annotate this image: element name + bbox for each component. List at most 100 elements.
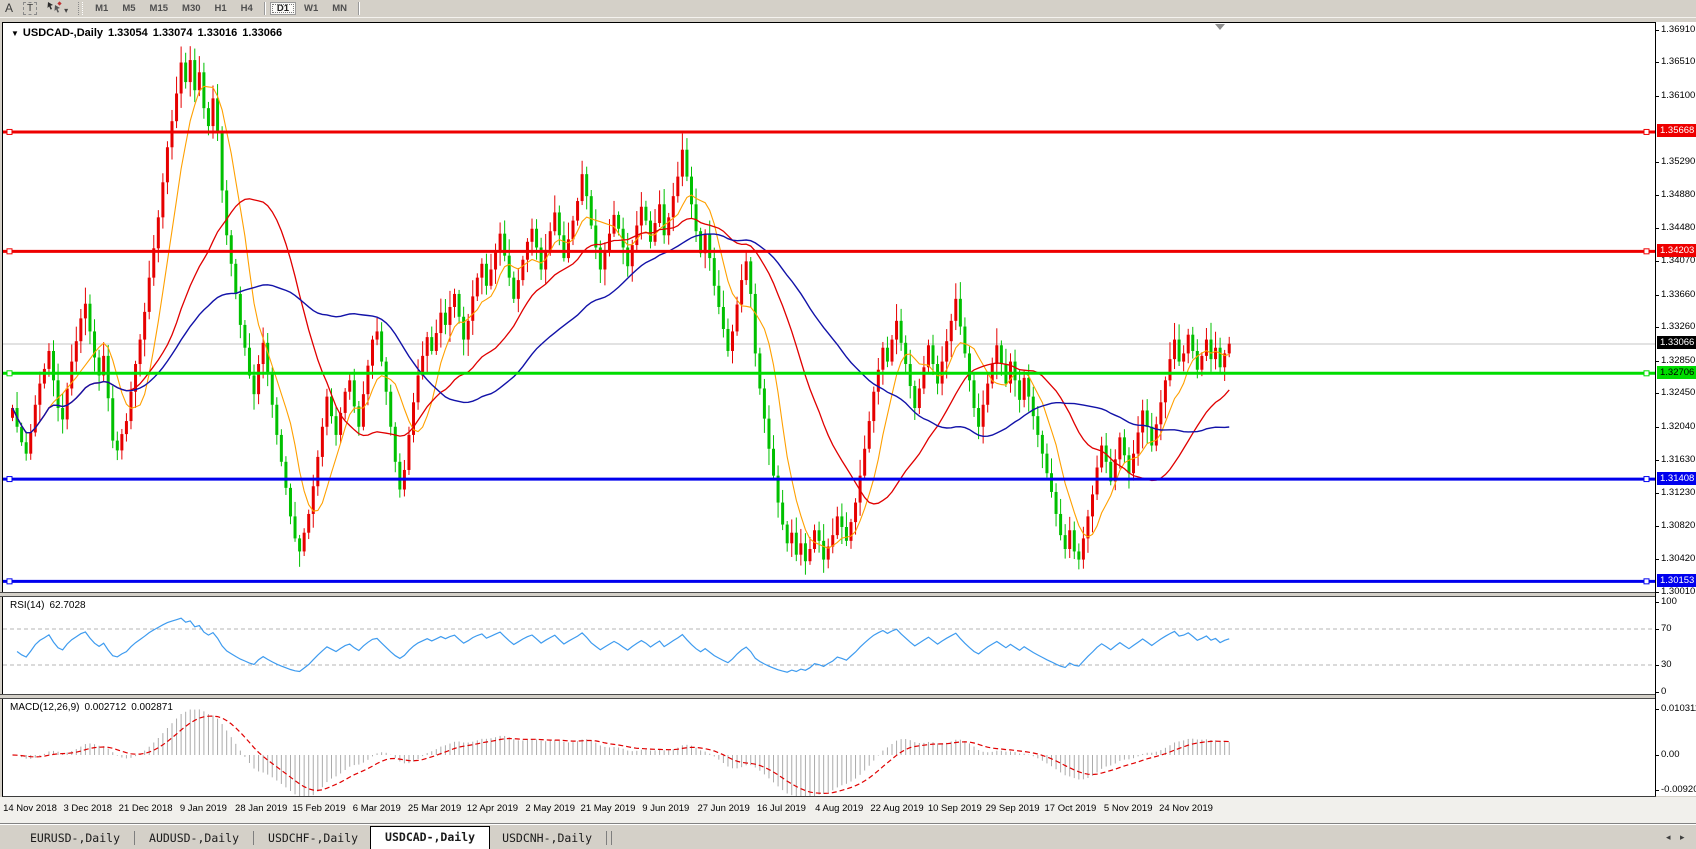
price-axis-label: 1.34480 xyxy=(1656,222,1695,234)
macd-axis-label: 0.010311 xyxy=(1656,703,1696,715)
tab-scroll-left-icon[interactable]: ◂ xyxy=(1666,832,1671,842)
line-handle[interactable] xyxy=(7,249,12,254)
toolbar: A T ▾ M1M5M15M30H1H4 D1W1MN xyxy=(0,0,1696,18)
timeframe-m5[interactable]: M5 xyxy=(116,2,141,15)
price-axis-label: 1.33660 xyxy=(1656,289,1695,301)
tab-scroll-right-icon[interactable]: ▸ xyxy=(1680,832,1685,842)
date-label: 5 Nov 2019 xyxy=(1104,803,1153,814)
rsi-axis-label: 70 xyxy=(1656,623,1672,635)
date-label: 22 Aug 2019 xyxy=(870,803,923,814)
price-axis-label: 1.30820 xyxy=(1656,520,1695,532)
tab-eurusd-daily[interactable]: EURUSD-,Daily xyxy=(18,828,132,849)
date-label: 10 Sep 2019 xyxy=(928,803,982,814)
date-label: 3 Dec 2018 xyxy=(64,803,113,814)
line-handle[interactable] xyxy=(7,477,12,482)
price-axis-label: 1.34070 xyxy=(1656,255,1695,267)
date-label: 15 Feb 2019 xyxy=(292,803,345,814)
price-axis-label: 1.32040 xyxy=(1656,421,1695,433)
rsi-axis-label: 0 xyxy=(1656,686,1666,698)
macd-panel[interactable]: MACD(12,26,9)0.0027120.002871 xyxy=(2,699,1656,797)
ohlc-close: 1.33066 xyxy=(242,27,282,39)
date-label: 28 Jan 2019 xyxy=(235,803,287,814)
macd-axis-label: 0.00 xyxy=(1656,749,1680,761)
date-label: 9 Jan 2019 xyxy=(180,803,227,814)
date-label: 14 Nov 2018 xyxy=(3,803,57,814)
toolbar-separator xyxy=(358,2,359,15)
tab-usdcnh-daily[interactable]: USDCNH-,Daily xyxy=(490,828,604,849)
price-axis-label: 1.34880 xyxy=(1656,189,1695,201)
text-label-tool-button[interactable]: A xyxy=(0,1,18,16)
price-axis-label: 1.36510 xyxy=(1656,56,1695,68)
trading-terminal-window: A T ▾ M1M5M15M30H1H4 D1W1MN ▼ USDCAD-,Dail… xyxy=(0,0,1696,849)
line-handle[interactable] xyxy=(1644,579,1649,584)
rsi-panel[interactable]: RSI(14)62.7028 xyxy=(2,597,1656,694)
rsi-plot xyxy=(3,597,1656,694)
line-handle[interactable] xyxy=(7,129,12,134)
time-axis: 14 Nov 20183 Dec 201821 Dec 20189 Jan 20… xyxy=(0,797,1696,823)
rsi-label: RSI(14)62.7028 xyxy=(10,600,91,611)
arrows-tool-button[interactable]: ▾ xyxy=(42,1,73,16)
price-axis-label: 1.36910 xyxy=(1656,24,1695,36)
timeframe-mn[interactable]: MN xyxy=(326,2,353,15)
level-price-tag: 1.35668 xyxy=(1657,124,1696,137)
timeframe-m30[interactable]: M30 xyxy=(176,2,206,15)
ohlc-high: 1.33074 xyxy=(153,27,193,39)
tab-separator xyxy=(606,831,607,845)
timeframe-d1[interactable]: D1 xyxy=(270,2,296,15)
timeframe-h1[interactable]: H1 xyxy=(209,2,233,15)
rsi-line xyxy=(17,618,1229,672)
tab-separator xyxy=(611,831,612,845)
macd-signal-value: 0.002871 xyxy=(131,702,173,713)
tab-separator xyxy=(134,831,135,845)
tab-usdchf-daily[interactable]: USDCHF-,Daily xyxy=(256,828,370,849)
price-chart-panel[interactable]: ▼USDCAD-,Daily1.330541.330741.330161.330… xyxy=(2,22,1656,593)
price-axis-label: 1.36100 xyxy=(1656,90,1695,102)
line-handle[interactable] xyxy=(7,371,12,376)
moving-average-line xyxy=(13,234,1230,436)
price-axis-label: 1.32850 xyxy=(1656,355,1695,367)
date-label: 24 Nov 2019 xyxy=(1159,803,1213,814)
chart-symbol-label: USDCAD-,Daily xyxy=(23,27,103,39)
tab-audusd-daily[interactable]: AUDUSD-,Daily xyxy=(137,828,251,849)
macd-plot xyxy=(3,699,1656,796)
arrows-tool-icon xyxy=(47,1,62,13)
tab-separator xyxy=(253,831,254,845)
chart-tab-bar: EURUSD-,DailyAUDUSD-,DailyUSDCHF-,DailyU… xyxy=(0,823,1696,849)
chart-tabs: EURUSD-,DailyAUDUSD-,DailyUSDCHF-,DailyU… xyxy=(18,827,614,849)
price-axis: 1.369101.365101.361001.352901.348801.344… xyxy=(1655,22,1696,796)
macd-label: MACD(12,26,9)0.0027120.002871 xyxy=(10,702,178,713)
price-axis-label: 1.32450 xyxy=(1656,387,1695,399)
date-label: 25 Mar 2019 xyxy=(408,803,461,814)
chart-title: ▼USDCAD-,Daily1.330541.330741.330161.330… xyxy=(11,27,287,39)
timeframe-m15[interactable]: M15 xyxy=(144,2,174,15)
chart-shift-marker-icon[interactable] xyxy=(1215,24,1225,30)
price-axis-label: 1.31630 xyxy=(1656,454,1695,466)
rsi-axis-label: 100 xyxy=(1656,596,1677,608)
line-handle[interactable] xyxy=(7,579,12,584)
candlestick-plot[interactable] xyxy=(3,23,1656,593)
text-box-icon: T xyxy=(23,2,37,15)
collapse-triangle-icon[interactable]: ▼ xyxy=(11,29,19,38)
date-label: 4 Aug 2019 xyxy=(815,803,863,814)
date-label: 16 Jul 2019 xyxy=(757,803,806,814)
date-label: 27 Jun 2019 xyxy=(697,803,749,814)
timeframe-w1[interactable]: W1 xyxy=(298,2,324,15)
text-box-tool-button[interactable]: T xyxy=(18,1,42,16)
rsi-axis-label: 30 xyxy=(1656,659,1672,671)
timeframe-h4[interactable]: H4 xyxy=(235,2,259,15)
line-handle[interactable] xyxy=(1644,129,1649,134)
price-axis-label: 1.33260 xyxy=(1656,321,1695,333)
dropdown-caret-icon: ▾ xyxy=(64,6,68,15)
current-price-tag: 1.33066 xyxy=(1657,336,1696,349)
macd-main-value: 0.002712 xyxy=(84,702,126,713)
tab-usdcad-daily[interactable]: USDCAD-,Daily xyxy=(370,826,490,849)
timeframe-m1[interactable]: M1 xyxy=(89,2,114,15)
date-label: 2 May 2019 xyxy=(525,803,575,814)
date-label: 12 Apr 2019 xyxy=(467,803,518,814)
line-handle[interactable] xyxy=(1644,249,1649,254)
timeframe-button-group: M1M5M15M30H1H4 D1W1MN xyxy=(88,2,363,15)
toolbar-separator xyxy=(264,2,265,15)
ohlc-low: 1.33016 xyxy=(198,27,238,39)
line-handle[interactable] xyxy=(1644,477,1649,482)
line-handle[interactable] xyxy=(1644,371,1649,376)
